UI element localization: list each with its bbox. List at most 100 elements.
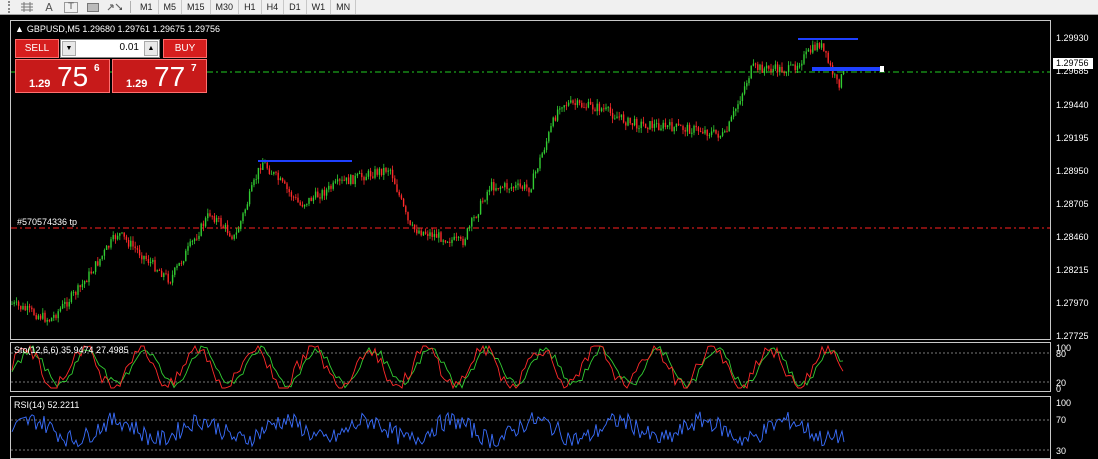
price-candle-body (319, 197, 321, 199)
timeframe-m5-button[interactable]: M5 (159, 0, 183, 14)
price-candle-body (376, 169, 378, 175)
price-candle-body (719, 135, 722, 138)
price-candle-body (523, 184, 526, 189)
price-candle-body (132, 240, 134, 247)
price-candle-body (321, 190, 323, 199)
price-candle-body (11, 303, 13, 305)
price-candle-body (759, 64, 761, 70)
timeframe-m30-button[interactable]: M30 (211, 0, 240, 14)
price-candle-body (336, 179, 339, 182)
price-candle-body (127, 239, 130, 247)
timeframe-h1-button[interactable]: H1 (239, 0, 262, 14)
price-candle-body (576, 100, 579, 106)
lot-size-value[interactable]: 0.01 (79, 42, 141, 53)
price-candle-body (578, 100, 581, 103)
price-candle-body (42, 312, 44, 319)
price-candle-body (367, 170, 370, 177)
price-candle-body (752, 63, 755, 66)
price-candle-body (583, 107, 585, 109)
lot-decrease-icon[interactable]: ▼ (62, 41, 76, 56)
price-candle-body (167, 273, 169, 283)
price-candle-body (242, 213, 244, 222)
timeframe-d1-button[interactable]: D1 (284, 0, 307, 14)
price-candle-body (112, 235, 114, 240)
stochastic-label: Sto(12,6,6) 35.9474 27.4985 (14, 345, 129, 355)
price-candle-body (418, 230, 420, 234)
price-candle-body (787, 65, 790, 73)
price-candle-body (224, 224, 227, 228)
rsi-label: RSI(14) 52.2211 (14, 400, 80, 410)
price-candle-body (765, 65, 768, 69)
price-candle-body (97, 261, 99, 266)
price-candle-body (180, 262, 183, 264)
price-candle-body (290, 192, 293, 197)
sell-button[interactable]: SELL (15, 39, 59, 58)
price-candle-body (116, 235, 119, 240)
price-candle-body (92, 271, 95, 274)
grid-icon[interactable] (16, 0, 38, 14)
price-candle-body (471, 218, 473, 227)
price-candle-body (57, 311, 59, 319)
price-candle-body (44, 312, 46, 322)
price-candle-body (653, 123, 656, 128)
price-candle-body (660, 128, 662, 131)
price-candle-body (391, 169, 394, 179)
price-candle-body (55, 315, 57, 319)
price-candle-body (537, 168, 539, 172)
price-candle-body (801, 63, 803, 66)
timeframe-m15-button[interactable]: M15 (182, 0, 211, 14)
price-candle-body (202, 223, 205, 227)
price-candle-body (209, 213, 211, 216)
sell-price-button[interactable]: 1.29 75 6 (15, 59, 110, 93)
price-candle-body (675, 123, 678, 128)
timeframe-m1-button[interactable]: M1 (135, 0, 159, 14)
price-candle-body (215, 217, 218, 223)
price-candle-body (622, 114, 625, 123)
price-candle-body (218, 217, 220, 219)
text-label-icon[interactable]: T (64, 1, 78, 13)
price-candle-body (644, 123, 647, 129)
price-candle-body (587, 101, 590, 108)
price-candle-body (187, 246, 189, 251)
grip-icon[interactable] (8, 1, 16, 13)
rectangle-icon[interactable] (82, 0, 104, 14)
price-candle-body (222, 226, 224, 228)
timeframe-mn-button[interactable]: MN (331, 0, 357, 14)
price-candle-body (90, 271, 92, 274)
stochastic-axis-label: 80 (1056, 349, 1067, 359)
timeframe-h4-button[interactable]: H4 (262, 0, 285, 14)
lot-size-field[interactable]: ▼ 0.01 ▲ (60, 39, 160, 58)
price-candle-body (420, 230, 422, 236)
text-icon[interactable]: A (38, 0, 60, 14)
price-candle-body (156, 270, 158, 272)
price-candle-body (354, 175, 356, 185)
price-candle-body (688, 124, 691, 134)
price-candle-body (539, 157, 541, 169)
price-candle-body (473, 217, 475, 219)
price-candle-body (684, 130, 686, 132)
price-candle-body (614, 118, 616, 120)
symbol-menu-icon[interactable]: ▲ (15, 24, 24, 34)
buy-button[interactable]: BUY (163, 39, 207, 58)
price-candle-body (680, 125, 682, 127)
price-candle-body (836, 74, 838, 80)
price-candle-body (792, 64, 794, 66)
price-candle-body (603, 108, 605, 110)
price-axis-label: 1.28705 (1056, 199, 1089, 209)
price-candle-body (264, 162, 266, 164)
buy-price-button[interactable]: 1.29 77 7 (112, 59, 207, 93)
price-candle-body (552, 117, 554, 127)
price-candle-body (754, 63, 757, 65)
price-candle-body (651, 121, 653, 128)
timeframe-w1-button[interactable]: W1 (307, 0, 332, 14)
price-candle-body (314, 191, 317, 198)
price-candle-body (365, 176, 367, 181)
chart-window[interactable]: ▲ GBPUSD,M5 1.29680 1.29761 1.29675 1.297… (0, 18, 1098, 459)
arrows-icon[interactable] (104, 0, 126, 14)
price-candle-body (468, 226, 471, 229)
lot-increase-icon[interactable]: ▲ (144, 41, 158, 56)
price-candle-body (35, 314, 37, 320)
price-candle-body (620, 114, 623, 118)
price-candle-body (655, 123, 658, 125)
price-candle-body (301, 204, 304, 207)
